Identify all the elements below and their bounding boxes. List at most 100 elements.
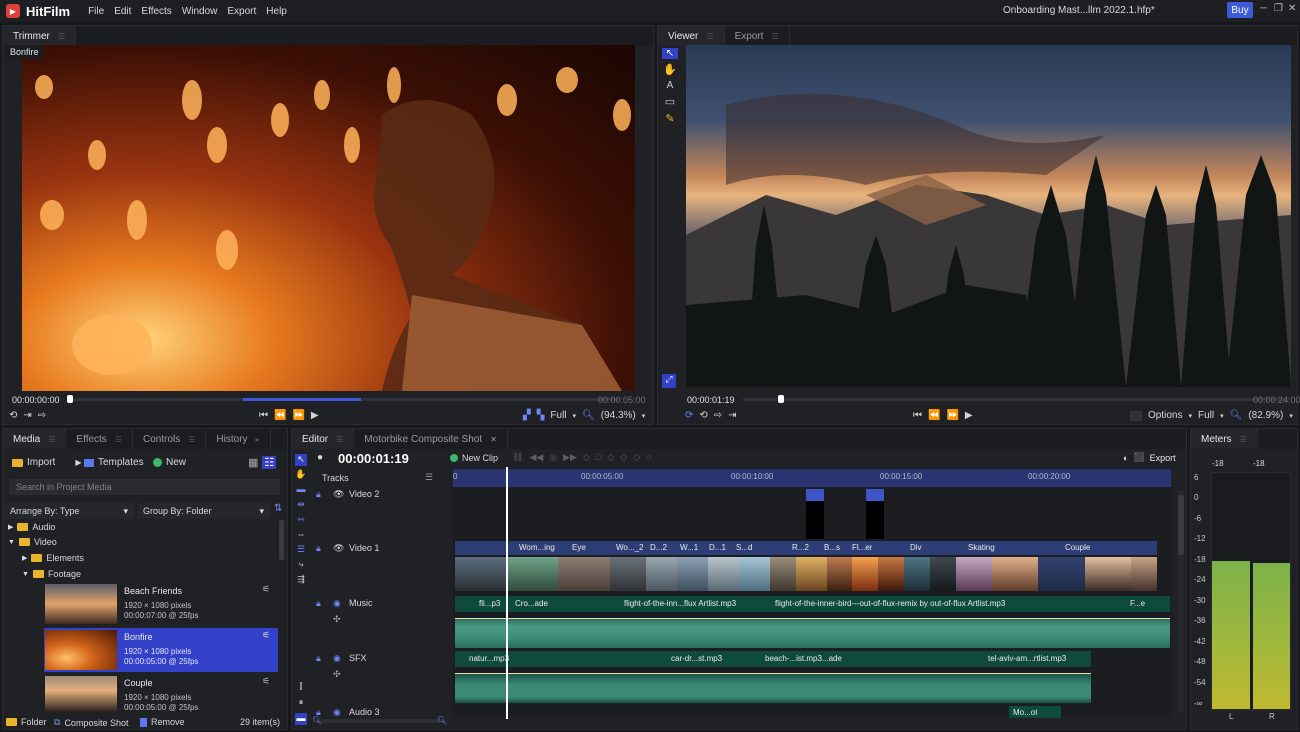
new-composite-shot-button[interactable]: ⧉ Composite Shot	[54, 717, 128, 728]
hand-tool-icon[interactable]: ✋	[662, 63, 678, 76]
video1-clip[interactable]: Fl...er	[852, 543, 872, 552]
minimize-icon[interactable]: ─	[1260, 3, 1267, 14]
text-tool-icon[interactable]: A	[662, 80, 678, 91]
step-back-icon[interactable]: ⏪	[274, 410, 286, 421]
video1-clip[interactable]: Wo..._2	[616, 543, 643, 552]
tab-history[interactable]: History ▸	[206, 429, 271, 449]
video1-clip[interactable]: S...d	[736, 543, 752, 552]
sfx-clip[interactable]: tel-aviv-am...rtlist.mp3	[988, 654, 1066, 663]
keyframe-icon[interactable]: ◇	[620, 452, 627, 463]
rate-stretch-tool-icon[interactable]: ⤷	[295, 559, 307, 571]
media-scrollbar[interactable]	[279, 520, 284, 560]
viewer-skip-start-icon[interactable]: ⏮	[913, 410, 922, 421]
viewer-color-swatch[interactable]	[1130, 410, 1142, 421]
tracks-menu-icon[interactable]: ☰	[425, 472, 433, 483]
timeline-ruler[interactable]: 0 00:00:05:00 00:00:10:00 00:00:15:00 00…	[453, 469, 1171, 487]
sfx-clip[interactable]: natur...mp3	[469, 654, 509, 663]
music-clip[interactable]: flight-of-the-inn...flux Artlist.mp3	[624, 599, 736, 608]
viewer-play-icon[interactable]: ▶	[965, 410, 973, 421]
video1-clip[interactable]: Couple	[1065, 543, 1090, 552]
next-edit-icon[interactable]: ▶▶	[563, 452, 577, 463]
keyframe-next-icon[interactable]: ◇	[633, 452, 640, 463]
insert-icon[interactable]: ⇥	[23, 410, 31, 421]
video1-clip[interactable]: Div	[910, 543, 922, 552]
media-item-beach-friends[interactable]: Beach Friends 1920 × 1080 pixels 00:00:07…	[44, 582, 278, 626]
buy-button[interactable]: Buy	[1227, 2, 1253, 18]
video1-clip[interactable]: R...2	[792, 543, 809, 552]
skip-start-icon[interactable]: ⏮	[259, 410, 268, 421]
viewer-step-forward-icon[interactable]: ⏩	[946, 410, 958, 421]
tab-meters[interactable]: Meters ☰	[1191, 429, 1258, 449]
remove-button[interactable]: Remove	[140, 717, 185, 727]
sort-icon[interactable]: ⇅	[274, 503, 282, 514]
grid-view-icon[interactable]: ▦	[248, 456, 258, 469]
group-by-select[interactable]: Group By: Folder ▾	[137, 503, 270, 519]
tab-controls[interactable]: Controls ☰	[133, 429, 207, 449]
trimmer-zoom-select[interactable]: (94.3%)	[601, 410, 636, 421]
snap-tool-icon[interactable]: ▬	[295, 713, 307, 725]
video1-lock-icon[interactable]: 🔒︎	[316, 543, 321, 554]
menu-effects[interactable]: Effects	[141, 6, 171, 17]
tree-footage[interactable]: ▼ Footage	[22, 569, 81, 579]
tab-editor[interactable]: Editor ☰	[292, 429, 355, 449]
viewer-options-dropdown[interactable]: Options	[1148, 410, 1182, 421]
video1-clip[interactable]: B...s	[824, 543, 840, 552]
media-item-couple[interactable]: Couple 1920 × 1080 pixels 00:00:05:00 @ 2…	[44, 674, 278, 714]
viewer-step-back-icon[interactable]: ⏪	[928, 410, 940, 421]
tab-media[interactable]: Media ☰	[3, 429, 67, 449]
import-menu-arrow-icon[interactable]: ▶	[75, 458, 81, 467]
tab-export[interactable]: Export ☰	[725, 26, 790, 46]
video1-visibility-icon[interactable]: 👁	[333, 543, 344, 554]
music-clip[interactable]: F...e	[1130, 599, 1145, 608]
audio3-speaker-icon[interactable]: ◉	[333, 707, 341, 718]
slide-tool-icon[interactable]: ⇿	[295, 514, 307, 526]
video1-clip[interactable]: Eye	[572, 543, 586, 552]
marker-icon[interactable]: ◇	[583, 452, 590, 463]
video2-visibility-icon[interactable]: 👁	[333, 489, 344, 500]
motion-path-icon[interactable]: ⤢	[662, 374, 676, 388]
templates-button[interactable]: Templates	[98, 457, 144, 468]
track-select-tool-icon[interactable]: ⇶	[295, 574, 307, 586]
music-volume-line[interactable]	[455, 618, 1170, 619]
audio-scrub-icon[interactable]: ○	[646, 452, 651, 463]
video2-clip[interactable]	[866, 489, 884, 539]
viewer-playhead-handle[interactable]	[778, 395, 784, 403]
menu-window[interactable]: Window	[182, 6, 218, 17]
tree-video[interactable]: ▼ Video	[8, 537, 57, 547]
video1-clip[interactable]: Wom...ing	[519, 543, 555, 552]
timeline-hand-tool-icon[interactable]: ✋	[295, 469, 307, 481]
video2-lock-icon[interactable]: 🔒︎	[316, 489, 321, 500]
list-view-icon[interactable]: ☷	[262, 456, 277, 469]
video2-clip[interactable]	[806, 489, 824, 539]
sfx-clip[interactable]: car-dr...st.mp3	[671, 654, 722, 663]
play-icon[interactable]: ▶	[311, 410, 319, 421]
video1-clip[interactable]: W...1	[680, 543, 698, 552]
tree-elements[interactable]: ▶ Elements	[22, 553, 84, 563]
video1-clip[interactable]: D...1	[709, 543, 726, 552]
viewer-fit-icon[interactable]: ⟲	[699, 410, 707, 421]
music-clip[interactable]: fli...p3	[479, 599, 500, 608]
menu-help[interactable]: Help	[266, 6, 287, 17]
ripple-tool-icon[interactable]: ⇔	[295, 529, 307, 541]
step-forward-icon[interactable]: ⏩	[292, 410, 304, 421]
tab-motorbike-composite[interactable]: Motorbike Composite Shot ✕	[354, 429, 508, 449]
sfx-clip[interactable]: beach-...ist.mp3...ade	[765, 654, 842, 663]
music-speaker-icon[interactable]: ◉	[333, 598, 341, 609]
media-search-input[interactable]: Search in Project Media	[9, 479, 280, 495]
editor-timecode[interactable]: 00:00:01:19	[338, 451, 409, 466]
video1-clip[interactable]: D...2	[650, 543, 667, 552]
video1-clip[interactable]: Skating	[968, 543, 995, 552]
maximize-icon[interactable]: ❐	[1274, 3, 1283, 14]
timeline-select-tool-icon[interactable]: ↖	[295, 454, 307, 466]
viewer-quality-select[interactable]: Full	[1198, 410, 1214, 421]
quality-icon[interactable]: ▚	[537, 410, 545, 421]
stop-icon[interactable]: ◎	[549, 452, 557, 463]
sfx-speaker-icon[interactable]: ◉	[333, 653, 341, 664]
trimmer-quality-select[interactable]: Full	[550, 410, 566, 421]
audio-levels-icon[interactable]: ⫿	[295, 681, 307, 693]
sfx-fx-icon[interactable]: ✣	[333, 669, 341, 680]
viewer-video[interactable]	[686, 45, 1291, 387]
overlay-icon[interactable]: ⇨	[38, 410, 46, 421]
zoom-in-icon[interactable]: 🔍︎	[437, 716, 447, 725]
trimmer-playhead-handle[interactable]	[67, 395, 73, 403]
